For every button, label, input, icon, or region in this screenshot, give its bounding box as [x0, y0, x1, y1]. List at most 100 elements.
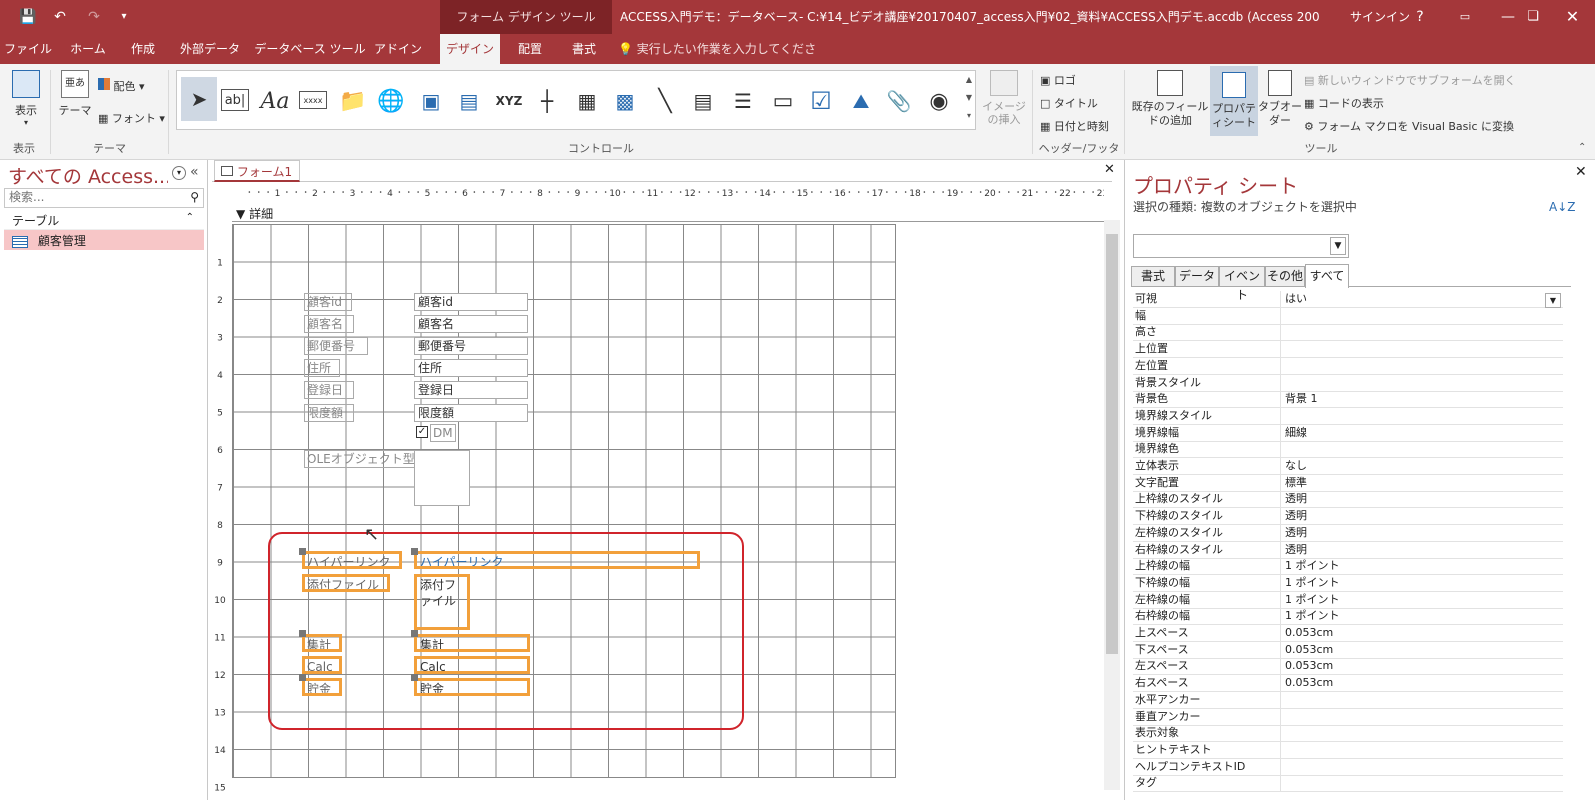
property-row[interactable]: 左位置 — [1133, 357, 1563, 375]
textbox-postal-code[interactable]: 郵便番号 — [414, 337, 528, 355]
tab-control-icon[interactable]: 📁 — [337, 85, 369, 117]
textbox-control-icon[interactable]: ab| — [221, 89, 249, 111]
property-value[interactable] — [1285, 324, 1555, 340]
page-break-icon[interactable]: ┼ — [531, 85, 563, 117]
tab-database-tools[interactable]: データベース ツール — [254, 34, 366, 64]
property-value[interactable] — [1285, 441, 1555, 457]
property-value[interactable] — [1285, 709, 1555, 725]
navpane-table-item[interactable]: 顧客管理 — [4, 230, 204, 250]
property-row[interactable]: ヒントテキスト — [1133, 741, 1563, 759]
property-row[interactable]: 右枠線の幅 1 ポイント — [1133, 608, 1563, 626]
detail-section-bar[interactable]: ▼ 詳細 — [232, 204, 1104, 222]
view-code-button[interactable]: ▦ コードの表示 — [1304, 95, 1384, 111]
label-customer-id[interactable]: 顧客id — [304, 293, 352, 311]
title-button[interactable]: □ タイトル — [1040, 95, 1098, 111]
web-browser-control-icon[interactable]: ▣ — [415, 85, 447, 117]
tab-order-button[interactable]: タブオーダー — [1258, 70, 1302, 128]
tab-format[interactable]: 書式 — [558, 34, 610, 64]
property-row[interactable]: 下枠線の幅 1 ポイント — [1133, 574, 1563, 592]
property-row[interactable]: 境界線幅 細線 — [1133, 424, 1563, 442]
property-value[interactable]: 0.053cm — [1285, 625, 1555, 641]
ole-object-frame[interactable] — [414, 450, 470, 506]
label-savings[interactable]: 貯金 — [302, 678, 342, 696]
property-row[interactable]: 幅 — [1133, 307, 1563, 325]
label-control-icon[interactable]: Aa — [259, 85, 291, 117]
chevron-down-icon[interactable]: ▼ — [1330, 237, 1346, 255]
tab-other-props[interactable]: その他 — [1265, 266, 1305, 287]
tab-arrange[interactable]: 配置 — [504, 34, 556, 64]
navpane-search-field[interactable]: ⚲ — [4, 188, 204, 208]
property-row[interactable]: 水平アンカー — [1133, 691, 1563, 709]
property-value[interactable] — [1285, 692, 1555, 708]
property-value[interactable]: 1 ポイント — [1285, 575, 1555, 591]
chart-control-icon[interactable]: ▩ — [609, 85, 641, 117]
option-button-icon[interactable]: ◉ — [923, 85, 955, 117]
visible-dropdown-icon[interactable]: ▼ — [1545, 293, 1561, 308]
customize-qat-icon[interactable]: ▾ — [112, 0, 136, 34]
property-row[interactable]: 左枠線のスタイル 透明 — [1133, 524, 1563, 542]
ribbon-display-icon[interactable]: ▭ — [1445, 0, 1485, 34]
property-value[interactable] — [1285, 308, 1555, 324]
gallery-scroll-icon[interactable]: ▲ ▼ ▾ — [963, 71, 975, 129]
navpane-section-header[interactable]: テーブル ⌃ — [4, 210, 204, 230]
font-button[interactable]: ▦ フォント ▾ — [98, 110, 165, 126]
label-credit-limit[interactable]: 限度額 — [304, 404, 354, 422]
convert-macros-button[interactable]: ⚙ フォーム マクロを Visual Basic に変換 — [1304, 118, 1514, 134]
label-total[interactable]: 集計 — [302, 634, 342, 652]
button-control-icon[interactable]: xxxx — [299, 91, 327, 109]
move-handle[interactable] — [411, 630, 418, 637]
property-value[interactable]: 背景 1 — [1285, 391, 1555, 407]
move-handle[interactable] — [411, 674, 418, 681]
property-value[interactable] — [1285, 375, 1555, 391]
textbox-customer-name[interactable]: 顧客名 — [414, 315, 528, 333]
property-value[interactable]: 1 ポイント — [1285, 608, 1555, 624]
form1-tab[interactable]: フォーム1 — [214, 160, 300, 182]
move-handle[interactable] — [299, 674, 306, 681]
textbox-customer-id[interactable]: 顧客id — [414, 293, 528, 311]
tab-external-data[interactable]: 外部データ — [170, 34, 250, 64]
property-row[interactable]: ヘルプコンテキストID — [1133, 758, 1563, 776]
label-dm[interactable]: DM — [430, 424, 456, 442]
insert-image-button[interactable]: イメージの挿入 — [982, 70, 1026, 126]
property-row[interactable]: 右枠線のスタイル 透明 — [1133, 541, 1563, 559]
tab-home[interactable]: ホーム — [60, 34, 116, 64]
logo-button[interactable]: ▣ ロゴ — [1040, 72, 1076, 88]
property-value[interactable]: 1 ポイント — [1285, 558, 1555, 574]
property-value[interactable]: 標準 — [1285, 475, 1555, 491]
property-value[interactable]: 1 ポイント — [1285, 592, 1555, 608]
textbox-reg-date[interactable]: 登録日 — [414, 381, 528, 399]
property-value[interactable]: 細線 — [1285, 425, 1555, 441]
collapse-ribbon-icon[interactable]: ⌃ — [1578, 142, 1586, 153]
help-button[interactable]: ? — [1400, 0, 1440, 34]
property-row[interactable]: 上枠線のスタイル 透明 — [1133, 491, 1563, 509]
property-value[interactable]: 透明 — [1285, 508, 1555, 524]
property-value[interactable]: 0.053cm — [1285, 675, 1555, 691]
property-row[interactable]: 上スペース 0.053cm — [1133, 625, 1563, 642]
property-row[interactable]: 右スペース 0.053cm — [1133, 675, 1563, 693]
label-attachment[interactable]: 添付ファイル — [302, 574, 390, 592]
property-value[interactable]: 0.053cm — [1285, 658, 1555, 674]
select-pointer-icon[interactable]: ➤ — [181, 77, 217, 121]
textbox-calc[interactable]: Calc — [414, 656, 530, 674]
property-value[interactable]: なし — [1285, 458, 1555, 474]
textbox-total[interactable]: 集計 — [414, 634, 530, 652]
property-row[interactable]: 表示対象 — [1133, 725, 1563, 743]
property-value[interactable]: 透明 — [1285, 542, 1555, 558]
toggle-button-icon[interactable]: ▤ — [687, 85, 719, 117]
option-group-icon[interactable]: XYZ — [493, 85, 525, 117]
sort-icon[interactable]: A↓Z — [1549, 200, 1575, 214]
navpane-menu-icon[interactable]: ▾ — [172, 166, 186, 180]
property-row[interactable]: 上枠線の幅 1 ポイント — [1133, 558, 1563, 576]
label-postal-code[interactable]: 郵便番号 — [304, 337, 368, 355]
property-row[interactable]: 上位置 — [1133, 341, 1563, 359]
label-hyperlink[interactable]: ハイパーリンク — [302, 551, 402, 569]
property-row[interactable]: 可視 はい — [1133, 291, 1563, 308]
section-collapse-icon[interactable]: ⌃ — [186, 212, 194, 223]
open-subform-button[interactable]: ▤ 新しいウィンドウでサブフォームを開く — [1304, 72, 1516, 88]
textbox-savings[interactable]: 貯金 — [414, 678, 530, 696]
move-handle[interactable] — [299, 630, 306, 637]
navpane-search-input[interactable] — [9, 190, 179, 204]
property-value[interactable] — [1285, 759, 1555, 775]
property-row[interactable]: 境界線スタイル — [1133, 407, 1563, 425]
move-handle[interactable] — [299, 548, 306, 555]
